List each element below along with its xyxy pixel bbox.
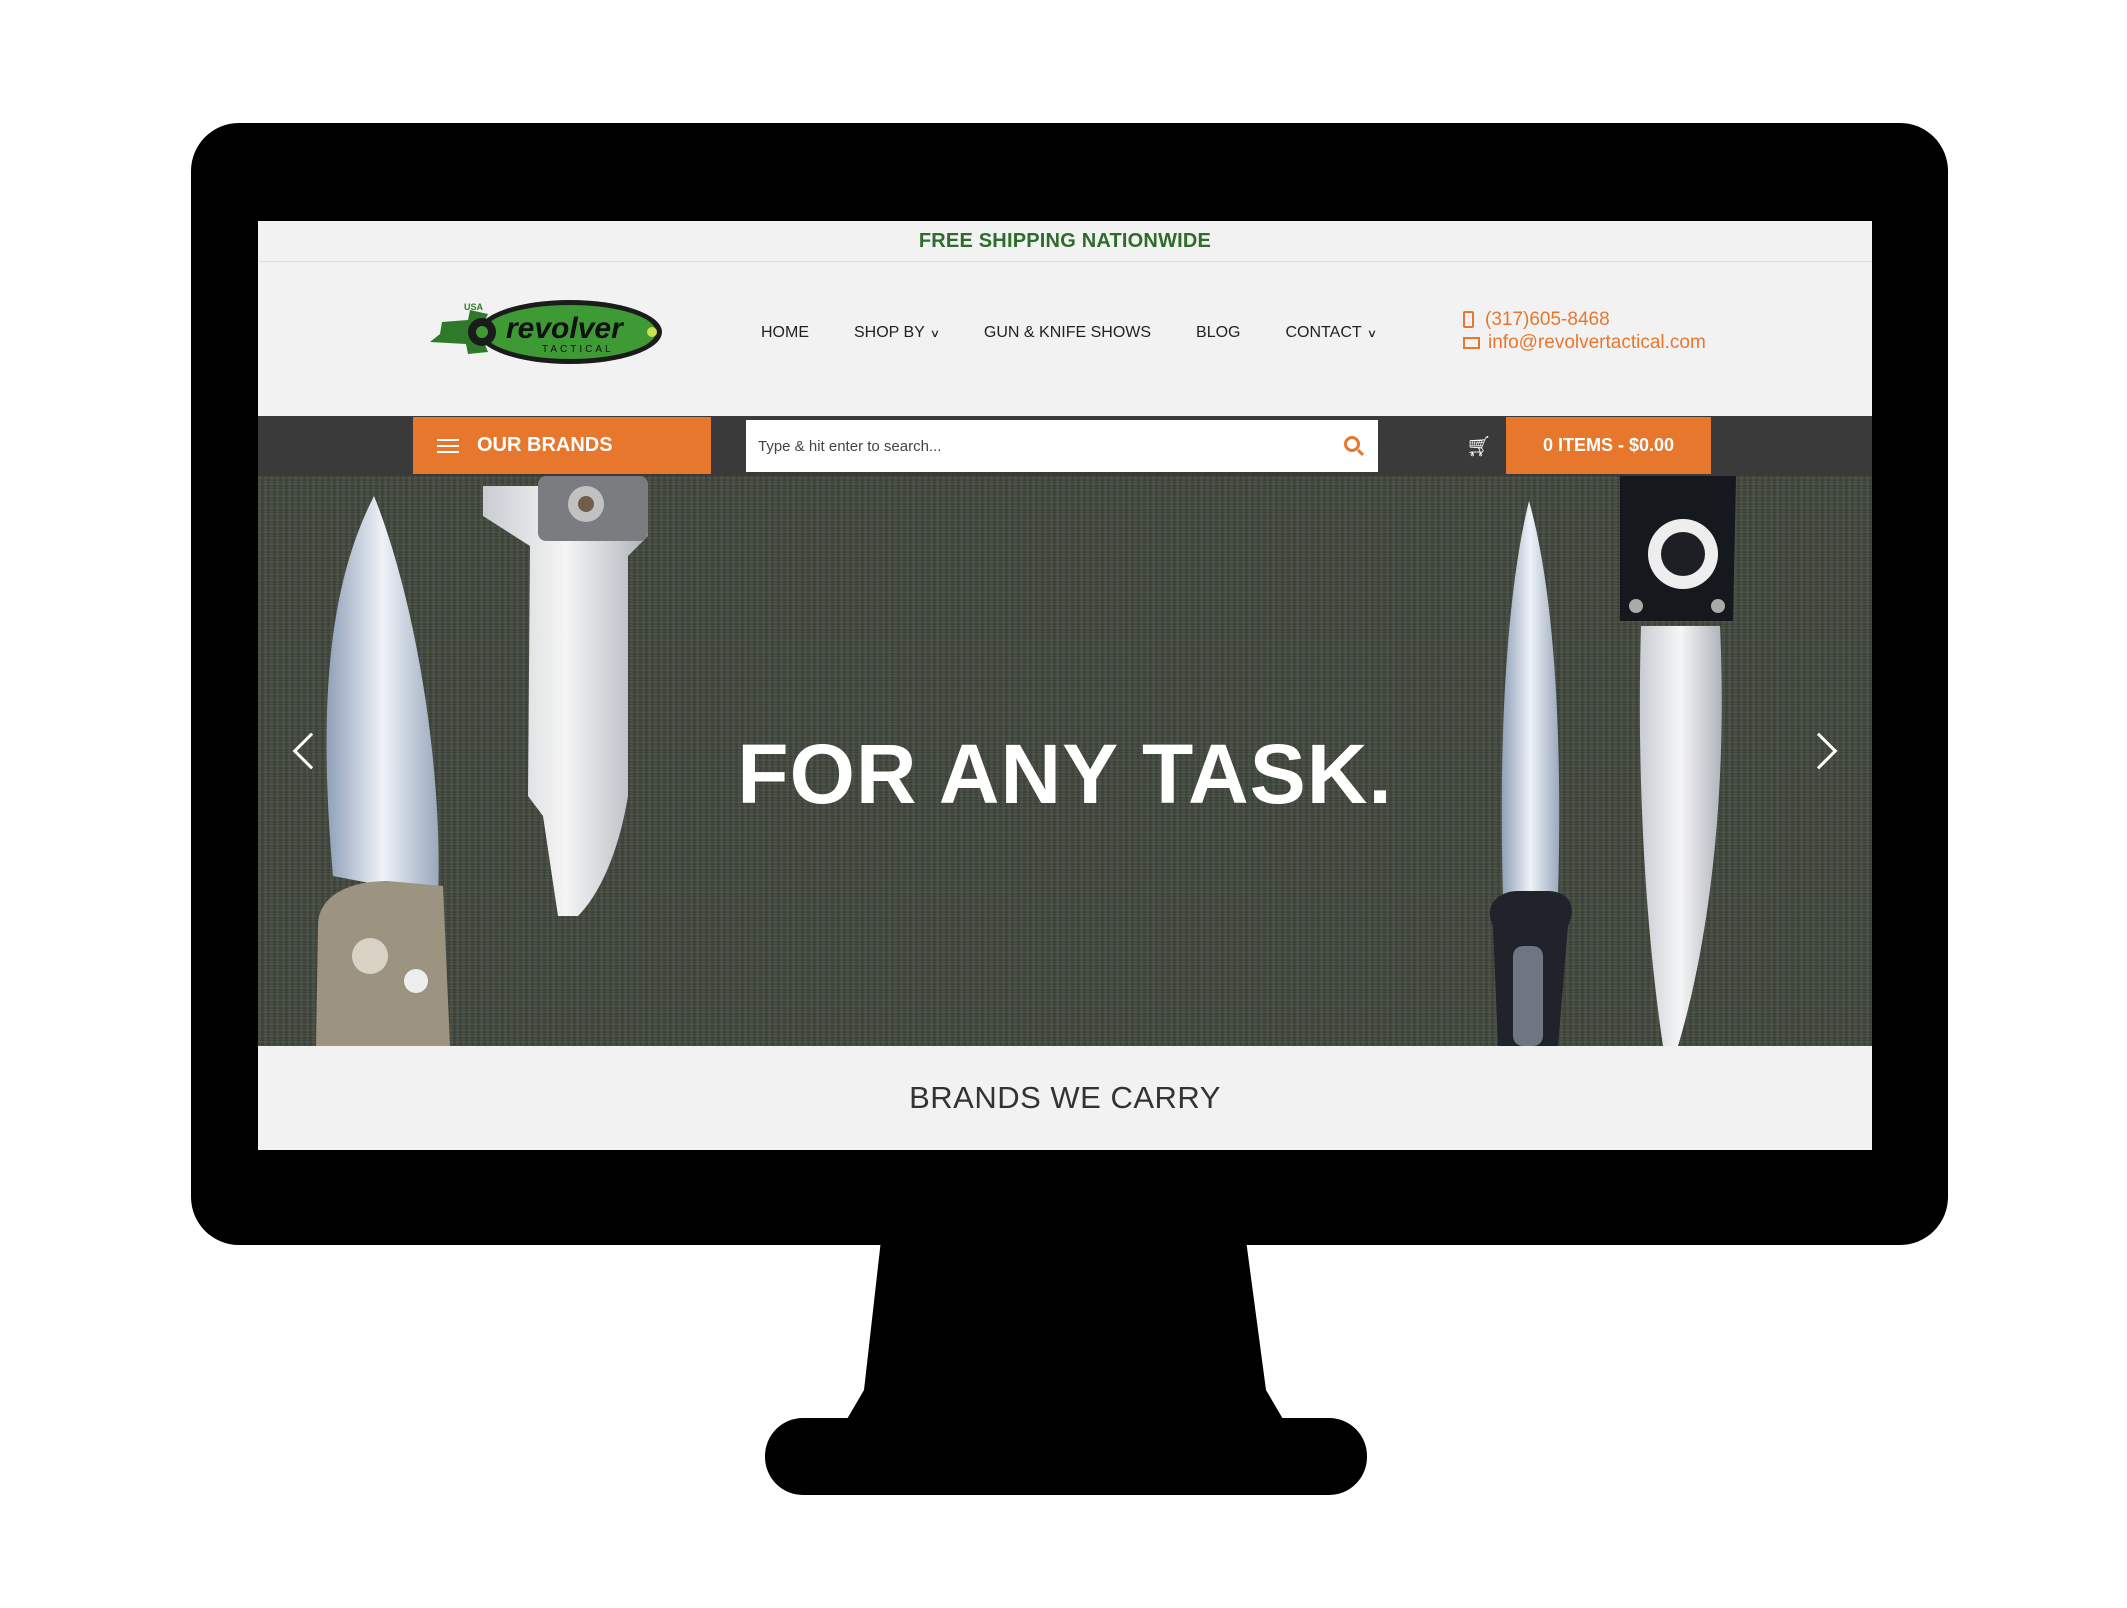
logo-badge: USA (464, 302, 484, 312)
nav-blog-label: BLOG (1196, 324, 1241, 341)
phone-icon (1463, 311, 1474, 328)
search-input[interactable] (758, 437, 1318, 455)
phone-link[interactable]: (317)605-8468 (1463, 308, 1706, 331)
nav-home-label: HOME (761, 324, 809, 341)
logo-subtext: TACTICAL (542, 344, 614, 355)
hero-slider: FOR ANY TASK. (258, 476, 1872, 1046)
nav-contact-label: CONTACT (1285, 324, 1362, 341)
cart-button[interactable]: 0 ITEMS - $0.00 (1506, 417, 1711, 474)
nav-home[interactable]: HOME (761, 324, 809, 342)
hero-title: FOR ANY TASK. (737, 727, 1393, 821)
contact-info: (317)605-8468 info@revolvertactical.com (1463, 308, 1706, 354)
hamburger-icon (437, 438, 459, 453)
search-icon[interactable] (1344, 436, 1360, 452)
main-nav: HOME SHOP BY ∨ GUN & KNIFE SHOWS BLOG CON… (761, 324, 1421, 342)
cart-icon[interactable]: 🛒︎ (1466, 434, 1491, 459)
logo-text: revolver (506, 312, 625, 345)
email-address: info@revolvertactical.com (1488, 332, 1706, 353)
search-box (746, 420, 1378, 472)
nav-contact[interactable]: CONTACT ∨ (1285, 324, 1377, 342)
monitor-base (765, 1418, 1367, 1495)
nav-blog[interactable]: BLOG (1196, 324, 1240, 342)
chevron-down-icon: ∨ (929, 327, 941, 340)
nav-shop-by[interactable]: SHOP BY ∨ (854, 324, 941, 342)
our-brands-button[interactable]: OUR BRANDS (413, 417, 711, 474)
email-link[interactable]: info@revolvertactical.com (1463, 331, 1706, 354)
nav-gun-knife-shows[interactable]: GUN & KNIFE SHOWS (984, 324, 1151, 342)
revolver-tactical-logo[interactable]: revolver TACTICAL USA (430, 292, 665, 370)
nav-gun-knife-shows-label: GUN & KNIFE SHOWS (983, 324, 1152, 341)
brands-we-carry-heading: BRANDS WE CARRY (909, 1080, 1221, 1115)
our-brands-label: OUR BRANDS (477, 434, 613, 456)
chevron-down-icon: ∨ (1366, 327, 1377, 340)
mail-icon (1463, 336, 1480, 349)
site-header: revolver TACTICAL USA HOME SHOP BY ∨ GUN … (258, 262, 1872, 416)
nav-shop-by-label: SHOP BY (854, 324, 925, 341)
toolbar: OUR BRANDS 🛒︎ 0 ITEMS - $0.00 (258, 416, 1872, 476)
website-screen: FREE SHIPPING NATIONWIDE revolver TACTIC… (258, 221, 1872, 1150)
announcement-bar: FREE SHIPPING NATIONWIDE (258, 221, 1872, 262)
phone-number: (317)605-8468 (1485, 309, 1610, 330)
